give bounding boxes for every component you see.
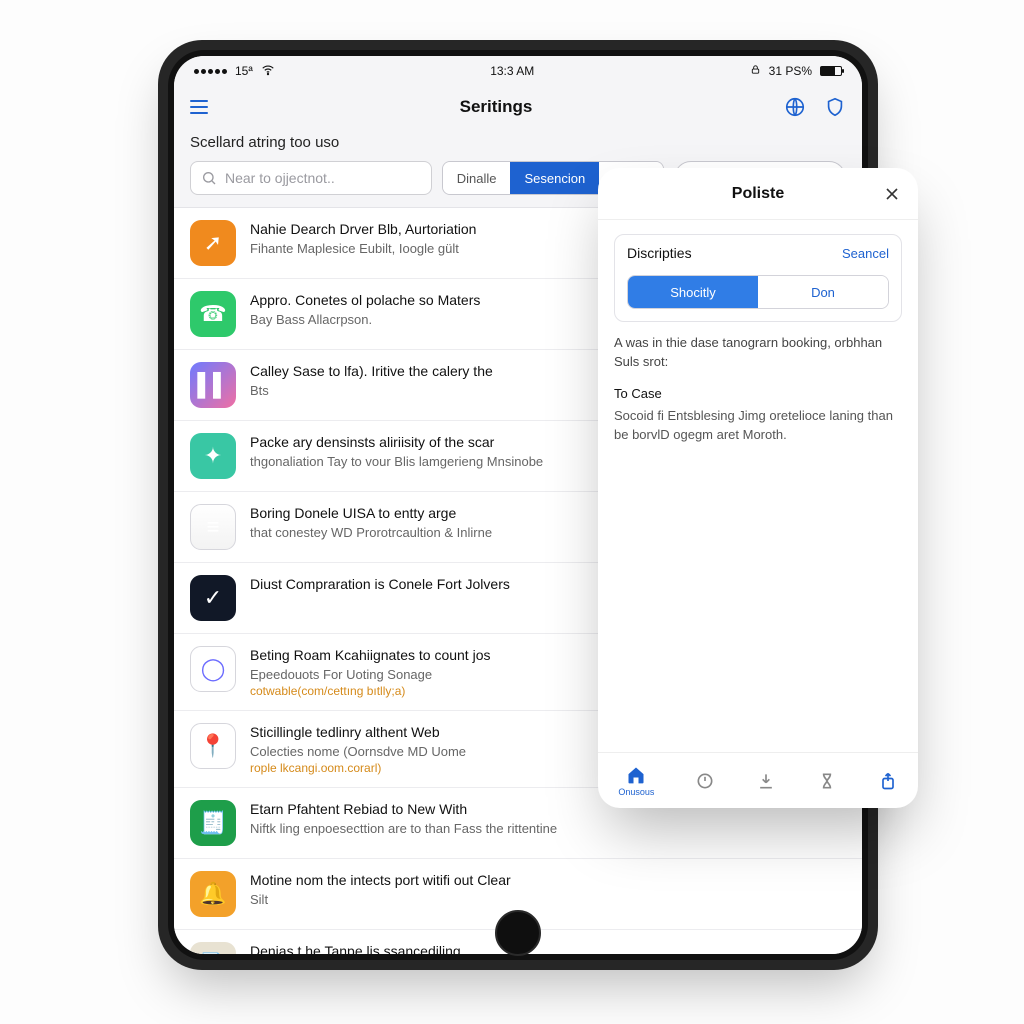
list-item-subtitle: Silt — [250, 892, 846, 907]
wifi-icon — [261, 63, 275, 80]
section-label: Discripties — [627, 245, 692, 261]
tabbar-home-label: Onusous — [618, 787, 654, 797]
share-icon — [878, 771, 898, 791]
app-icon: 🧾 — [190, 800, 236, 846]
card-field-label: To Case — [614, 386, 902, 401]
search-placeholder: Near to ojjectnot.. — [225, 170, 335, 186]
clock: 13:3 AM — [490, 64, 534, 78]
segment-1[interactable]: Sesencion — [510, 162, 599, 194]
list-item-title: Denias,t he Tanpe lis ssancediling — [250, 942, 846, 954]
app-icon: ▌▌ — [190, 362, 236, 408]
segment-0[interactable]: Dinalle — [443, 162, 511, 194]
home-icon — [626, 765, 646, 785]
tabbar-home[interactable]: Onusous — [618, 765, 654, 797]
lock-icon — [750, 64, 761, 78]
globe-icon[interactable] — [784, 96, 806, 118]
power-icon — [695, 771, 715, 791]
search-icon — [201, 170, 217, 186]
app-icon: ➚ — [190, 220, 236, 266]
section-action[interactable]: Seancel — [842, 246, 889, 261]
app-icon: ☎ — [190, 291, 236, 337]
cell-signal-icon — [194, 69, 227, 74]
nav-bar: Seritings — [174, 86, 862, 128]
tabbar-share[interactable] — [878, 771, 898, 791]
list-item-title: Motine nom the intects port witifi out C… — [250, 871, 846, 890]
card-tabs: Shocitly Don — [627, 275, 889, 309]
tabbar-power[interactable] — [695, 771, 715, 791]
list-item-body: Denias,t he Tanpe lis ssancedilingRotine… — [250, 942, 846, 954]
list-item-subtitle: Niftk ling enpoesecttion are to than Fas… — [250, 821, 846, 836]
battery-icon — [820, 66, 842, 76]
card-field-text: Socoid fi Entsblesing Jimg oretelioce la… — [614, 407, 902, 445]
home-button[interactable] — [495, 910, 541, 956]
card-header: Poliste — [598, 168, 918, 220]
search-input[interactable]: Near to ojjectnot.. — [190, 161, 432, 195]
sub-header: Scellard atring too uso — [174, 128, 862, 151]
tabbar-hourglass[interactable] — [817, 771, 837, 791]
app-icon: 🔔 — [190, 871, 236, 917]
card-paragraph: A was in thie dase tanograrn booking, or… — [614, 334, 902, 372]
app-icon: ◯ — [190, 646, 236, 692]
app-icon: ≡ — [190, 504, 236, 550]
card-tab-1[interactable]: Don — [758, 276, 888, 308]
carrier-label: 15ª — [235, 64, 253, 78]
menu-icon[interactable] — [190, 100, 208, 114]
page-title: Seritings — [460, 97, 533, 117]
status-bar: 15ª 13:3 AM 31 PS% — [174, 56, 862, 86]
card-section: Discripties Seancel Shocitly Don — [614, 234, 902, 322]
card-body: Discripties Seancel Shocitly Don A was i… — [598, 220, 918, 752]
card-title: Poliste — [732, 185, 784, 203]
app-icon: ✦ — [190, 433, 236, 479]
app-icon: 📍 — [190, 723, 236, 769]
card-tab-0[interactable]: Shocitly — [628, 276, 758, 308]
close-icon[interactable] — [880, 182, 904, 206]
hourglass-icon — [817, 771, 837, 791]
app-icon: ✓ — [190, 575, 236, 621]
download-icon — [756, 771, 776, 791]
shield-icon[interactable] — [824, 96, 846, 118]
list-item-body: Motine nom the intects port witifi out C… — [250, 871, 846, 917]
tabbar-download[interactable] — [756, 771, 776, 791]
detail-card: Poliste Discripties Seancel Shocitly Don… — [598, 168, 918, 808]
battery-label: 31 PS% — [769, 64, 812, 78]
card-tabbar: Onusous — [598, 752, 918, 808]
app-icon: 📄 — [190, 942, 236, 954]
